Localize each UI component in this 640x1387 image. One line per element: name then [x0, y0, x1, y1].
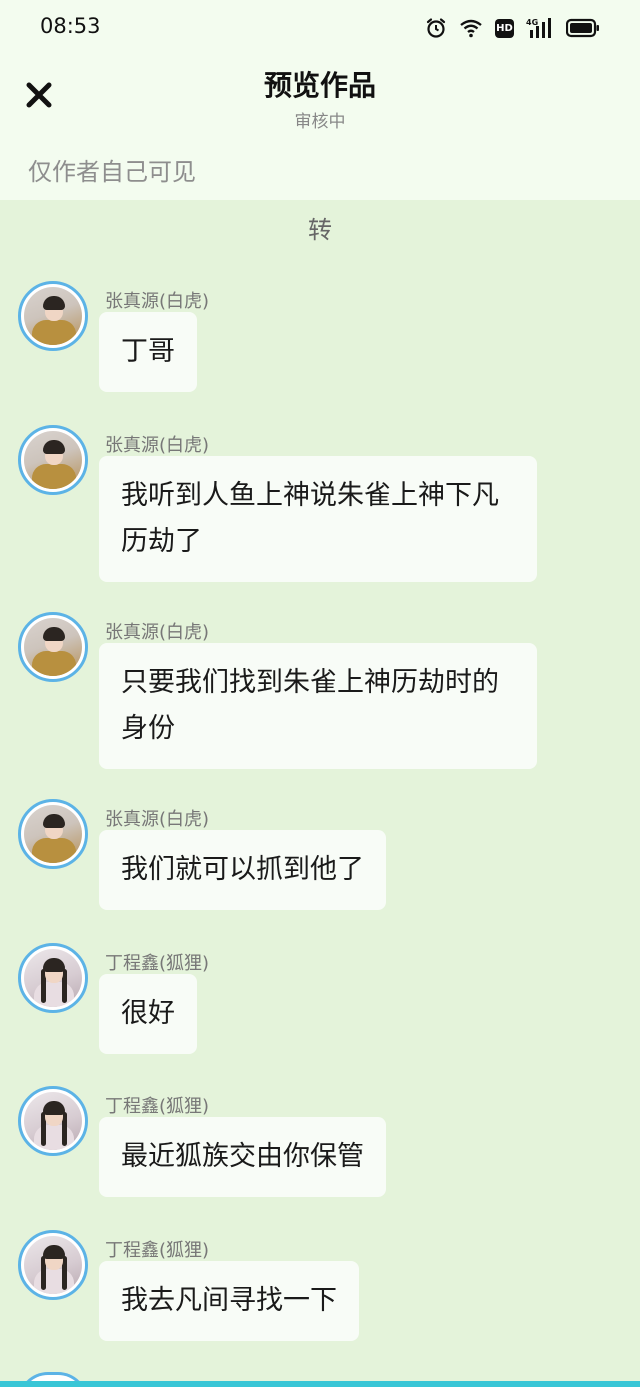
visibility-note: 仅作者自己可见	[28, 158, 196, 186]
signal-4g-icon: 4G	[526, 17, 554, 39]
top-bar: 08:53 HD 4G 预览作品 审核中 仅作者自己可见	[0, 0, 640, 200]
review-status: 审核中	[294, 112, 346, 132]
sender-name: 丁程鑫(狐狸)	[105, 953, 210, 974]
message-bubble[interactable]: 很好	[99, 974, 197, 1054]
message-bubble[interactable]: 最近狐族交由你保管	[99, 1117, 386, 1197]
chat-heading: 转	[308, 216, 332, 244]
sender-name: 丁程鑫(狐狸)	[105, 1240, 210, 1261]
status-time: 08:53	[40, 14, 101, 38]
message-bubble[interactable]: 丁哥	[99, 312, 197, 392]
message-bubble[interactable]: 我去凡间寻找一下	[99, 1261, 359, 1341]
sender-name: 丁程鑫(狐狸)	[105, 1096, 210, 1117]
bottom-strip	[0, 1381, 640, 1387]
sender-name: 张真源(白虎)	[105, 435, 210, 456]
avatar[interactable]	[18, 1230, 88, 1300]
message-bubble[interactable]: 只要我们找到朱雀上神历劫时的身份	[99, 643, 537, 769]
wifi-icon	[459, 18, 483, 38]
svg-text:4G: 4G	[526, 18, 538, 27]
status-icons: HD 4G	[425, 16, 600, 40]
message-bubble[interactable]: 我们就可以抓到他了	[99, 830, 386, 910]
avatar[interactable]	[18, 943, 88, 1013]
sender-name: 张真源(白虎)	[105, 291, 210, 312]
sender-name: 张真源(白虎)	[105, 622, 210, 643]
sender-name: 张真源(白虎)	[105, 809, 210, 830]
avatar[interactable]	[18, 425, 88, 495]
status-bar: 08:53 HD 4G	[0, 0, 640, 56]
avatar[interactable]	[18, 799, 88, 869]
battery-icon	[566, 18, 600, 38]
hd-icon: HD	[495, 18, 514, 38]
page-title: 预览作品	[263, 69, 376, 102]
avatar[interactable]	[18, 281, 88, 351]
message-bubble[interactable]: 我听到人鱼上神说朱雀上神下凡历劫了	[99, 456, 537, 582]
alarm-icon	[425, 17, 447, 39]
avatar[interactable]	[18, 612, 88, 682]
avatar[interactable]	[18, 1086, 88, 1156]
